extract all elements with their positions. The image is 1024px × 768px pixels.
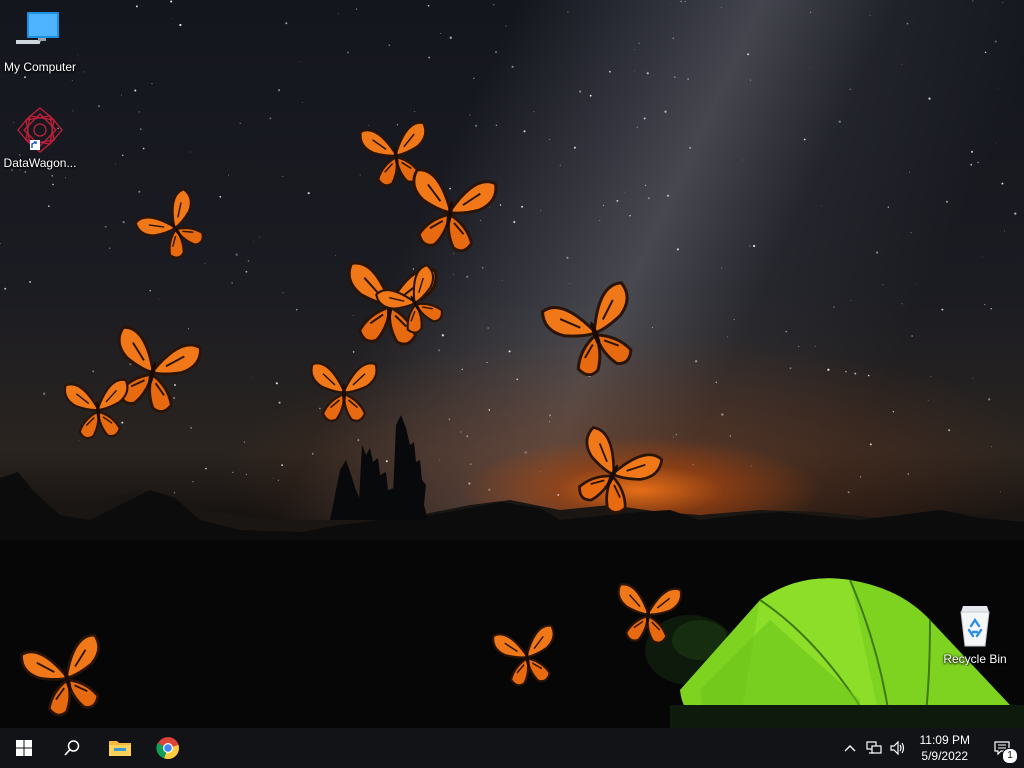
desktop-icon-label: My Computer — [3, 60, 77, 74]
butterfly — [617, 583, 683, 644]
volume-button[interactable] — [886, 728, 910, 768]
datawagon-shortcut-icon — [17, 107, 63, 153]
network-icon — [865, 741, 882, 754]
search-button[interactable] — [48, 728, 96, 768]
desktop-icon-recycle-bin[interactable]: Recycle Bin — [935, 602, 1015, 666]
action-center-button[interactable]: 1 — [980, 728, 1024, 768]
butterfly — [63, 378, 129, 440]
chevron-up-icon — [844, 745, 856, 752]
system-tray: 11:09 PM 5/9/2022 1 — [838, 728, 1024, 768]
clock-date: 5/9/2022 — [921, 749, 969, 763]
desktop-icon-datawagon[interactable]: DataWagon... — [0, 106, 80, 170]
grass — [670, 705, 1024, 728]
recycle-bin-icon — [960, 606, 990, 647]
search-icon — [64, 740, 80, 756]
start-button[interactable] — [0, 728, 48, 768]
notification-count-badge: 1 — [1002, 748, 1018, 764]
computer-icon — [16, 12, 59, 44]
desktop-icon-label: Recycle Bin — [943, 652, 1007, 666]
butterfly — [310, 362, 378, 422]
volume-icon — [889, 741, 904, 755]
desktop: My Computer DataWagon... Recycle Bin — [0, 0, 1024, 728]
chrome-icon — [156, 737, 179, 760]
clock-time: 11:09 PM — [919, 733, 970, 747]
windows-start-icon — [16, 740, 32, 756]
show-hidden-icons-button[interactable] — [838, 728, 862, 768]
taskbar: 11:09 PM 5/9/2022 1 — [0, 728, 1024, 768]
taskbar-file-explorer[interactable] — [96, 728, 144, 768]
network-button[interactable] — [862, 728, 886, 768]
file-explorer-icon — [109, 741, 131, 756]
desktop-icon-my-computer[interactable]: My Computer — [0, 10, 80, 74]
desktop-icon-label: DataWagon... — [3, 156, 77, 170]
taskbar-chrome[interactable] — [144, 728, 192, 768]
pine-tree-right — [392, 415, 428, 520]
clock[interactable]: 11:09 PM 5/9/2022 — [910, 732, 980, 764]
